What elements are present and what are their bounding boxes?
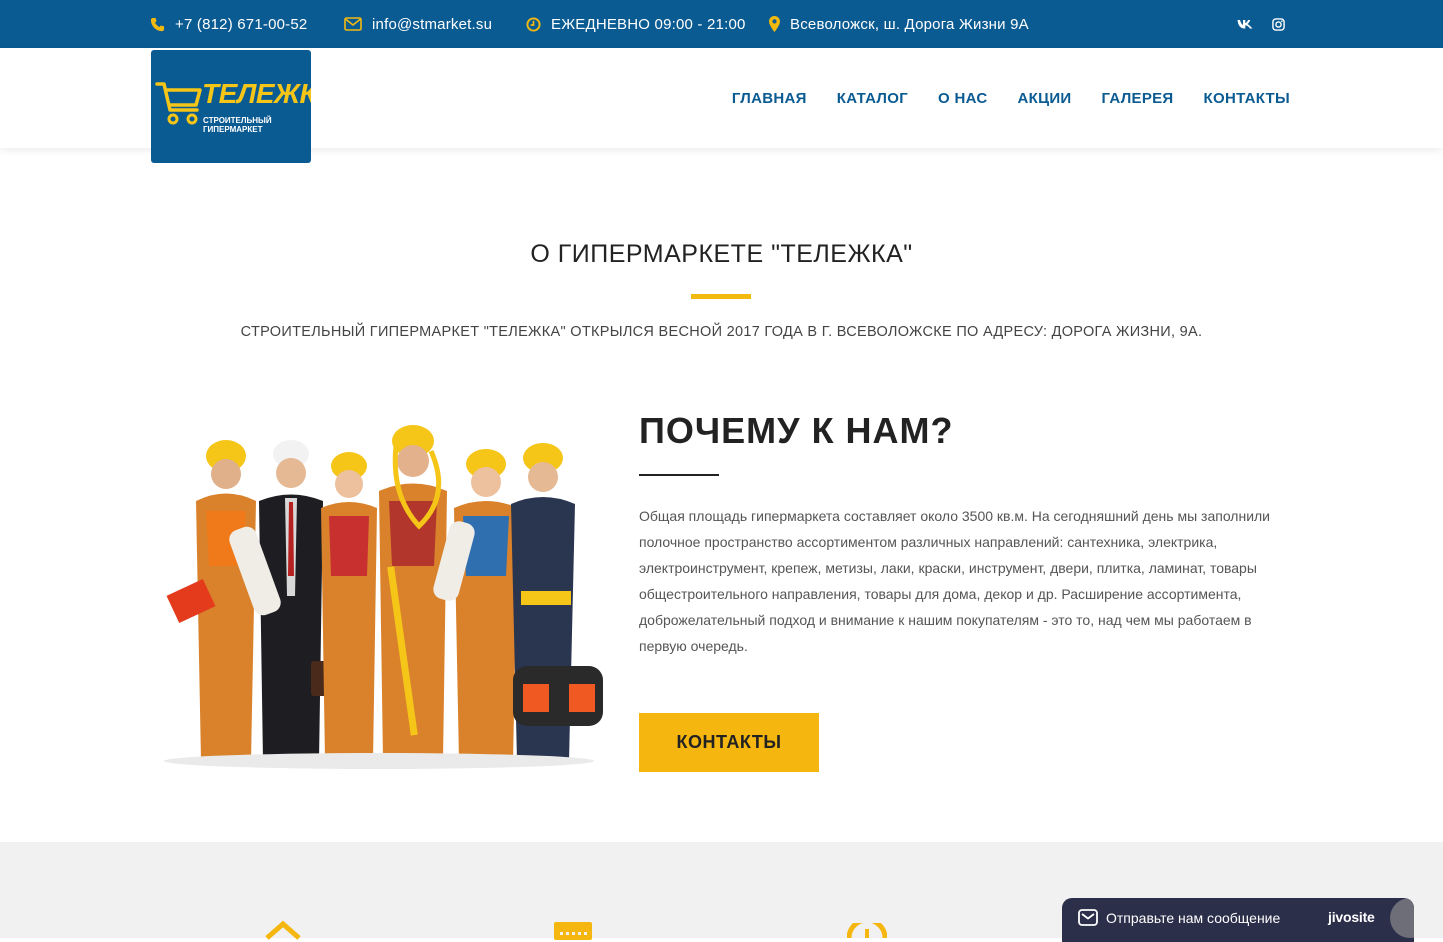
instagram-link[interactable] [1271,14,1285,34]
email-contact[interactable]: info@stmarket.su [344,14,492,34]
nav-promotions[interactable]: АКЦИИ [1018,90,1072,107]
phone-text: +7 (812) 671-00-52 [175,15,308,33]
hours-text: ЕЖЕДНЕВНО 09:00 - 21:00 [551,15,746,33]
about-subtitle: СТРОИТЕЛЬНЫЙ ГИПЕРМАРКЕТ "ТЕЛЕЖКА" ОТКРЫ… [240,324,1203,340]
calendar-icon [554,922,592,940]
map-marker-icon [769,16,780,32]
vk-icon [1237,20,1253,29]
about-section: О ГИПЕРМАРКЕТЕ "ТЕЛЕЖКА" СТРОИТЕЛЬНЫЙ ГИ… [0,148,1443,842]
nav-contacts[interactable]: КОНТАКТЫ [1204,90,1290,107]
why-us-text: Общая площадь гипермаркета составляет ок… [639,508,1271,654]
nav-catalog[interactable]: КАТАЛОГ [837,90,908,107]
site-logo[interactable]: ТЕЛЕЖКА СТРОИТЕЛЬНЫЙ ГИПЕРМАРКЕТ [151,50,311,163]
main-nav: ГЛАВНАЯ КАТАЛОГ О НАС АКЦИИ ГАЛЕРЕЯ КОНТ… [732,90,1290,107]
envelope-icon [344,17,362,31]
email-text: info@stmarket.su [372,15,493,33]
shopping-cart-icon [155,82,202,125]
why-us-title: ПОЧЕМУ К НАМ? [639,410,954,451]
chat-message: Отправьте нам сообщение [1106,910,1281,926]
chat-corner-decoration [1390,898,1414,938]
logo-brand: ТЕЛЕЖКА [202,78,311,109]
phone-icon [150,17,165,31]
nav-gallery[interactable]: ГАЛЕРЕЯ [1102,90,1174,107]
envelope-icon [1078,909,1098,926]
home-icon [265,920,301,940]
clock-icon [526,16,541,32]
address-text: Всеволожск, ш. Дорога Жизни 9А [790,15,1029,33]
site-header: ТЕЛЕЖКА СТРОИТЕЛЬНЫЙ ГИПЕРМАРКЕТ ГЛАВНАЯ… [0,48,1443,163]
instagram-icon [1271,17,1285,31]
phone-contact[interactable]: +7 (812) 671-00-52 [150,14,307,34]
title-divider [691,294,751,299]
contacts-button[interactable]: КОНТАКТЫ [639,713,819,772]
nav-home[interactable]: ГЛАВНАЯ [732,90,807,107]
clock-feature-icon [847,923,887,938]
about-title: О ГИПЕРМАРКЕТЕ "ТЕЛЕЖКА" [530,240,913,268]
why-us-divider [639,474,719,476]
vk-link[interactable] [1237,14,1253,34]
chat-widget[interactable]: Отправьте нам сообщение jivosite [1062,898,1414,942]
opening-hours: ЕЖЕДНЕВНО 09:00 - 21:00 [526,14,746,34]
nav-about[interactable]: О НАС [938,90,987,107]
top-contact-bar: +7 (812) 671-00-52 info@stmarket.su ЕЖЕД… [0,0,1443,48]
jivosite-logo: jivosite [1328,909,1375,925]
address: Всеволожск, ш. Дорога Жизни 9А [769,14,1029,34]
workers-photo [164,425,603,769]
logo-tagline: СТРОИТЕЛЬНЫЙ ГИПЕРМАРКЕТ [203,116,272,134]
